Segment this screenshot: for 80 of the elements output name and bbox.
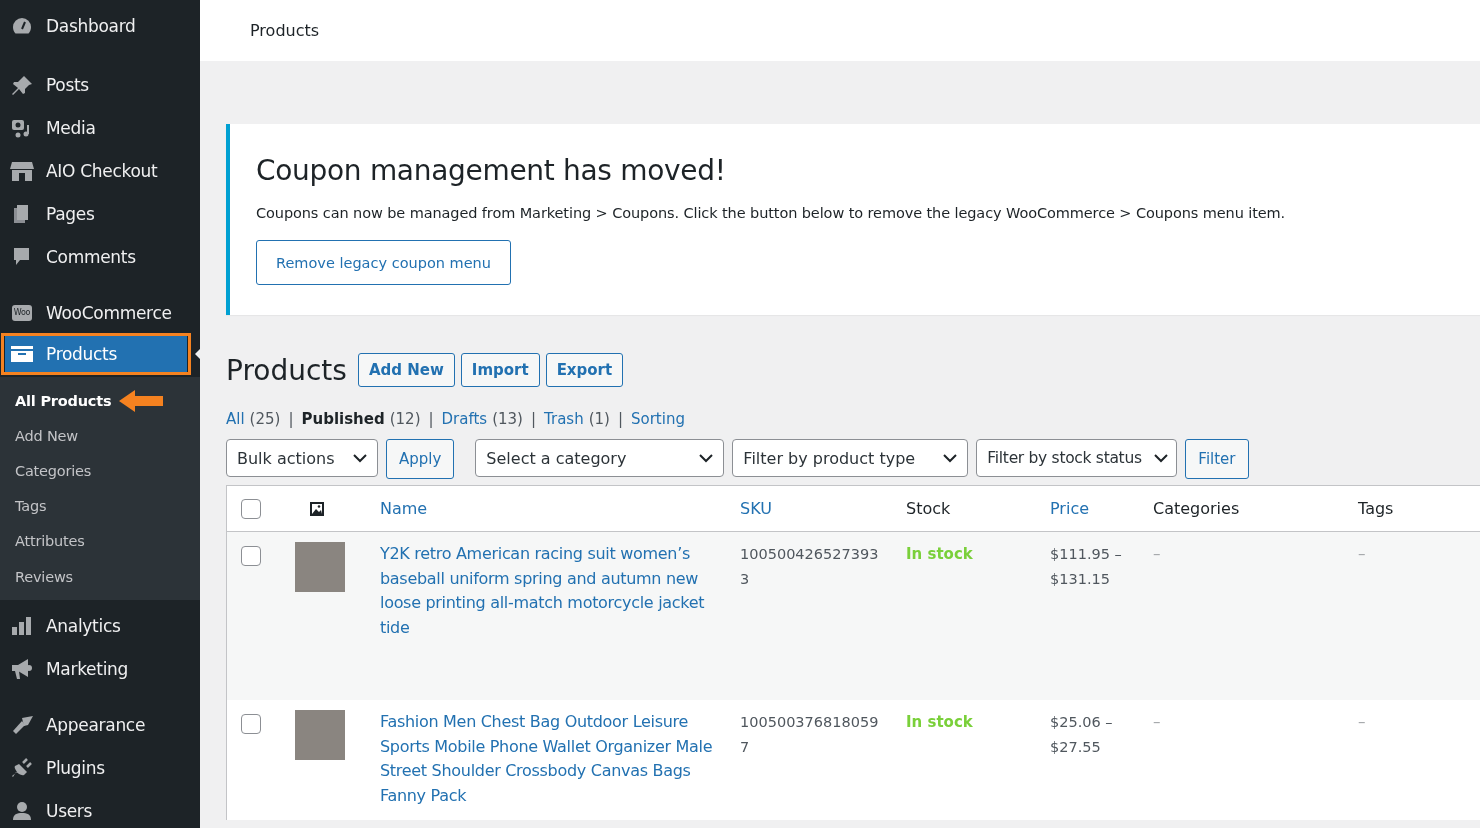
chevron-down-icon: [943, 453, 958, 463]
user-icon: [11, 800, 33, 821]
product-name-link[interactable]: Y2K retro American racing suit women’s baseball uniform spring and autumn new loose printing all-match motorcycle jacket tide: [380, 542, 733, 640]
bulk-actions-select[interactable]: Bulk actions: [226, 439, 378, 477]
product-name-link[interactable]: Fashion Men Chest Bag Outdoor Leisure Sports Mobile Phone Wallet Organizer Male Street Shoulder Crossbody Canvas Bags Fanny Pack: [380, 710, 733, 808]
view-filter-link[interactable]: Sorting: [631, 410, 685, 428]
sidebar-item[interactable]: Comments: [0, 235, 200, 278]
view-filter-link[interactable]: All (25): [226, 410, 281, 428]
image-icon: [309, 500, 325, 517]
column-header: Tags: [1358, 499, 1394, 518]
archive-box-icon: [10, 344, 34, 364]
apply-button[interactable]: Apply: [386, 439, 455, 479]
storefront-icon: [10, 159, 34, 182]
plug-icon: [11, 757, 33, 778]
submenu-item[interactable]: Tags: [0, 498, 47, 515]
chevron-down-icon: [699, 453, 714, 463]
sidebar-item[interactable]: Plugins: [0, 746, 200, 790]
page-action-button[interactable]: Add New: [357, 353, 455, 387]
sidebar-item[interactable]: Dashboard: [0, 4, 200, 47]
submenu-item[interactable]: All Products: [0, 392, 112, 409]
sidebar-item[interactable]: Marketing: [0, 647, 200, 691]
notice-text: Coupons can now be managed from Marketing > Coupons. Click the button below to remove the legacy WooCommerce > Coupons menu item.: [256, 205, 1287, 221]
sku-text: 100500426527393 3: [740, 545, 880, 589]
submenu-item[interactable]: Reviews: [0, 568, 73, 585]
categories-text: –: [1153, 545, 1161, 563]
page-action-button[interactable]: Import: [460, 353, 540, 387]
separator-text: |: [288, 410, 294, 428]
column-header: Stock: [906, 499, 951, 518]
photo-placeholder: [295, 710, 345, 760]
sidebar-item[interactable]: AIO Checkout: [0, 149, 200, 192]
tags-text: –: [1358, 713, 1366, 731]
view-filter-link[interactable]: Published (12): [301, 410, 421, 428]
view-filter-link[interactable]: Drafts (13): [441, 410, 523, 428]
separator-text: |: [428, 410, 434, 428]
category-select[interactable]: Select a category: [475, 439, 725, 477]
remove-coupon-menu-button[interactable]: Remove legacy coupon menu: [256, 240, 511, 285]
sidebar-item[interactable]: Analytics: [0, 604, 200, 648]
notice-title: Coupon management has moved!: [256, 154, 727, 187]
woo-badge-icon: Woo: [11, 304, 33, 321]
sortable-column-header[interactable]: Price: [1050, 499, 1090, 518]
sidebar-item[interactable]: Pages: [0, 192, 200, 235]
submenu-item[interactable]: Categories: [0, 462, 92, 479]
sidebar-item[interactable]: Appearance: [0, 703, 200, 747]
pushpin-icon: [11, 74, 33, 95]
select-all-checkbox[interactable]: [241, 498, 261, 519]
filter-button[interactable]: Filter: [1185, 439, 1249, 479]
sortable-column-header[interactable]: SKU: [740, 499, 772, 518]
price-text: $25.06 – $27.55: [1050, 713, 1114, 757]
view-filter-link[interactable]: Trash (1): [544, 410, 610, 428]
sidebar-item[interactable]: Posts: [0, 63, 200, 106]
dashboard-icon: [11, 15, 33, 36]
row-checkbox[interactable]: [241, 714, 261, 734]
sidebar-item[interactable]: Woo WooCommerce: [0, 291, 200, 334]
sidebar-item[interactable]: Products: [5, 336, 187, 372]
price-text: $111.95 – $131.15: [1050, 545, 1123, 589]
stock-status: In stock: [906, 545, 973, 563]
product-type-select[interactable]: Filter by product type: [732, 439, 969, 477]
sortable-column-header[interactable]: Name: [380, 499, 428, 518]
photo-placeholder: [295, 542, 345, 592]
column-header: Categories: [1153, 499, 1240, 518]
page-action-button[interactable]: Export: [545, 353, 624, 387]
top-bar-title: Products: [250, 21, 320, 40]
separator-text: |: [617, 410, 623, 428]
paintbrush-icon: [10, 714, 34, 735]
separator-text: |: [530, 410, 537, 428]
chevron-down-icon: [353, 453, 367, 463]
sidebar-item[interactable]: Media: [0, 106, 200, 149]
page-title: Products: [226, 353, 347, 387]
row-checkbox[interactable]: [241, 546, 261, 566]
bar-chart-icon: [11, 615, 33, 636]
submenu-item[interactable]: Add New: [0, 427, 78, 444]
sku-text: 100500376818059 7: [740, 713, 880, 757]
submenu-item[interactable]: Attributes: [0, 533, 85, 550]
sidebar-item[interactable]: Users: [0, 789, 200, 828]
tags-text: –: [1358, 545, 1366, 563]
categories-text: –: [1153, 713, 1161, 731]
chevron-down-icon: [1154, 453, 1169, 463]
stock-status-select[interactable]: Filter by stock status: [976, 439, 1178, 477]
stock-status: In stock: [906, 713, 973, 731]
megaphone-icon: [10, 657, 34, 680]
